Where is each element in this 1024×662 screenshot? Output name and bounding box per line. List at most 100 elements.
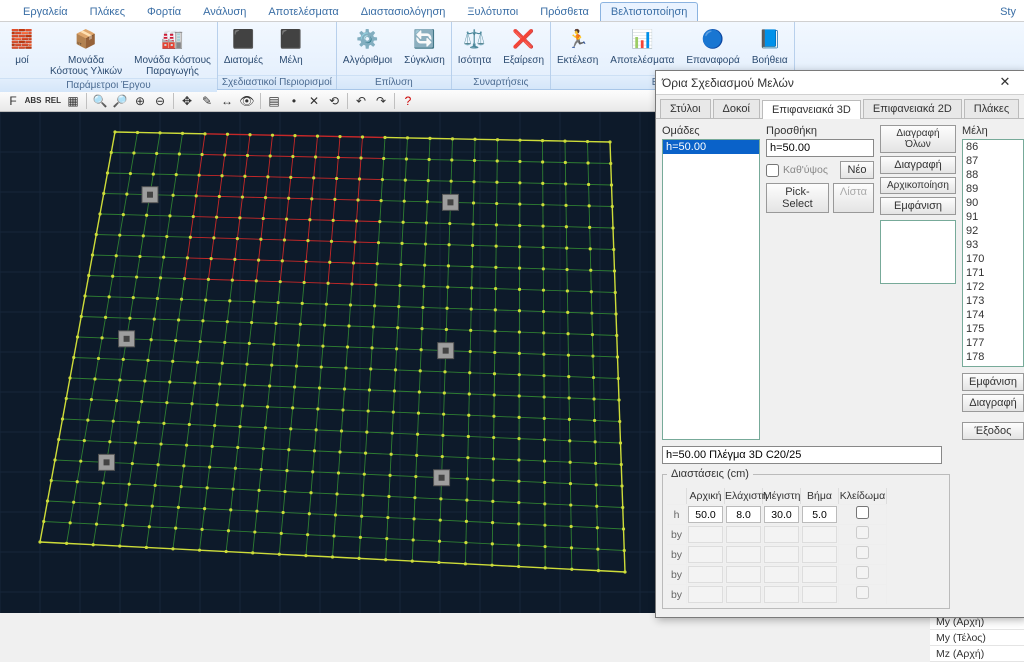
dim-input[interactable] (726, 506, 761, 523)
ribbon-button[interactable]: 📦Μονάδα Κόστους Υλικών (44, 22, 128, 78)
new-button[interactable]: Νέο (840, 161, 874, 179)
exit-button[interactable]: Έξοδος (962, 422, 1024, 440)
main-tab[interactable]: Βελτιστοποίηση (600, 2, 699, 21)
main-tab[interactable]: Εργαλεία (12, 2, 79, 21)
member-item[interactable]: 171 (963, 266, 1023, 280)
show-button[interactable]: Εμφάνιση (880, 197, 956, 215)
dialog-tab[interactable]: Επιφανειακά 3D (762, 100, 861, 119)
close-icon[interactable]: ✕ (992, 74, 1018, 92)
member-item[interactable]: 87 (963, 154, 1023, 168)
ribbon-icon: 📦 (72, 25, 100, 53)
ribbon-button[interactable]: 📘Βοήθεια (746, 22, 794, 75)
ribbon-button[interactable]: ⬛Μέλη (269, 22, 313, 75)
group-item[interactable]: h=50.00 (663, 140, 759, 154)
ribbon-button[interactable]: 🏃Εκτέλεση (551, 22, 604, 75)
prop-row[interactable]: My (Τέλος) (930, 630, 1024, 646)
tool-redo-icon[interactable]: ↷ (372, 92, 390, 110)
tool-eye-icon[interactable]: 👁 (238, 92, 256, 110)
tool-undo-icon[interactable]: ↶ (352, 92, 370, 110)
main-tab[interactable]: Φορτία (136, 2, 192, 21)
dialog-titlebar[interactable]: Όρια Σχεδιασμού Μελών ✕ (656, 71, 1024, 95)
member-item[interactable]: 92 (963, 224, 1023, 238)
reset-button[interactable]: Αρχικοποίηση (880, 177, 956, 194)
main-tab[interactable]: Αποτελέσματα (257, 2, 349, 21)
tool-help-icon[interactable]: ? (399, 92, 417, 110)
ribbon-button[interactable]: ⬛Διατομές (218, 22, 269, 75)
ribbon-icon: 🏭 (159, 25, 187, 53)
tool-zoom-window-icon[interactable]: 🔍 (91, 92, 109, 110)
uniform-checkbox[interactable] (766, 164, 779, 177)
tool-rel-icon[interactable]: REL (44, 92, 62, 110)
dim-input (726, 566, 761, 583)
description-input[interactable] (662, 446, 942, 464)
member-item[interactable]: 179 (963, 364, 1023, 367)
dim-input (802, 546, 837, 563)
dim-input (764, 586, 799, 603)
tool-zoom-extent-icon[interactable]: 🔎 (111, 92, 129, 110)
member-item[interactable]: 89 (963, 182, 1023, 196)
member-item[interactable]: 173 (963, 294, 1023, 308)
ribbon-icon: ⬛ (229, 25, 257, 53)
main-tab[interactable]: Πρόσθετα (529, 2, 600, 21)
ribbon-button[interactable]: ⚖️Ισότητα (452, 22, 497, 75)
member-item[interactable]: 88 (963, 168, 1023, 182)
pick-select-button[interactable]: Pick-Select (766, 183, 829, 213)
dim-input[interactable] (802, 506, 837, 523)
delete2-button[interactable]: Διαγραφή (962, 394, 1024, 412)
ribbon-button[interactable]: 🏭Μονάδα Κόστους Παραγωγής (128, 22, 217, 78)
list-button[interactable]: Λίστα (833, 183, 874, 213)
main-tab[interactable]: Διαστασιολόγηση (350, 2, 457, 21)
member-item[interactable]: 172 (963, 280, 1023, 294)
member-item[interactable]: 86 (963, 140, 1023, 154)
member-item[interactable]: 91 (963, 210, 1023, 224)
member-item[interactable]: 174 (963, 308, 1023, 322)
dim-input[interactable] (764, 506, 799, 523)
ribbon-button[interactable]: ❌Εξαίρεση (497, 22, 550, 75)
style-link[interactable]: Sty (992, 3, 1024, 21)
ribbon-button[interactable]: 🧱μοί (0, 22, 44, 78)
member-item[interactable]: 175 (963, 322, 1023, 336)
tool-reset-icon[interactable]: ⟲ (325, 92, 343, 110)
add-input[interactable] (766, 139, 874, 157)
dialog-tab[interactable]: Στύλοι (660, 99, 711, 118)
tool-pan-icon[interactable]: ✥ (178, 92, 196, 110)
member-item[interactable]: 170 (963, 252, 1023, 266)
main-tab[interactable]: Ανάλυση (192, 2, 257, 21)
tool-zoom-in-icon[interactable]: ⊕ (131, 92, 149, 110)
tool-dim-icon[interactable]: ↔ (218, 92, 236, 110)
groups-listbox[interactable]: h=50.00 (662, 139, 760, 440)
tool-text-icon[interactable]: F (4, 92, 22, 110)
ribbon-button[interactable]: ⚙️Αλγόριθμοι (337, 22, 398, 75)
tool-grid-icon[interactable]: ▦ (64, 92, 82, 110)
show2-button[interactable]: Εμφάνιση (962, 373, 1024, 391)
dialog-tab[interactable]: Δοκοί (713, 99, 760, 118)
member-item[interactable]: 90 (963, 196, 1023, 210)
dim-input (688, 566, 723, 583)
ribbon-group-label: Επίλυση (337, 75, 451, 89)
prop-row[interactable]: Mz (Αρχή) (930, 646, 1024, 662)
preview-listbox[interactable] (880, 220, 956, 284)
dialog-tab[interactable]: Πλάκες (964, 99, 1019, 118)
dialog-tab[interactable]: Επιφανειακά 2D (863, 99, 962, 118)
ribbon-button[interactable]: 📊Αποτελέσματα (604, 22, 680, 75)
ribbon-icon: ⚙️ (354, 25, 382, 53)
member-item[interactable]: 178 (963, 350, 1023, 364)
member-design-limits-dialog: Όρια Σχεδιασμού Μελών ✕ ΣτύλοιΔοκοίΕπιφα… (655, 70, 1024, 618)
member-item[interactable]: 93 (963, 238, 1023, 252)
tool-zoom-out-icon[interactable]: ⊖ (151, 92, 169, 110)
dim-input[interactable] (688, 506, 723, 523)
delete-all-button[interactable]: Διαγραφή Όλων (880, 125, 956, 153)
ribbon-button[interactable]: 🔵Επαναφορά (680, 22, 746, 75)
tool-pencil-icon[interactable]: ✎ (198, 92, 216, 110)
members-listbox[interactable]: 8687888990919293170171172173174175177178… (962, 139, 1024, 367)
tool-node-icon[interactable]: • (285, 92, 303, 110)
ribbon-button[interactable]: 🔄Σύγκλιση (398, 22, 451, 75)
main-tab[interactable]: Ξυλότυποι (456, 2, 529, 21)
tool-abs-icon[interactable]: ABS (24, 92, 42, 110)
tool-cross-icon[interactable]: ✕ (305, 92, 323, 110)
tool-layer-icon[interactable]: ▤ (265, 92, 283, 110)
member-item[interactable]: 177 (963, 336, 1023, 350)
delete-button[interactable]: Διαγραφή (880, 156, 956, 174)
main-tab[interactable]: Πλάκες (79, 2, 136, 21)
dim-lock-checkbox[interactable] (856, 506, 869, 519)
